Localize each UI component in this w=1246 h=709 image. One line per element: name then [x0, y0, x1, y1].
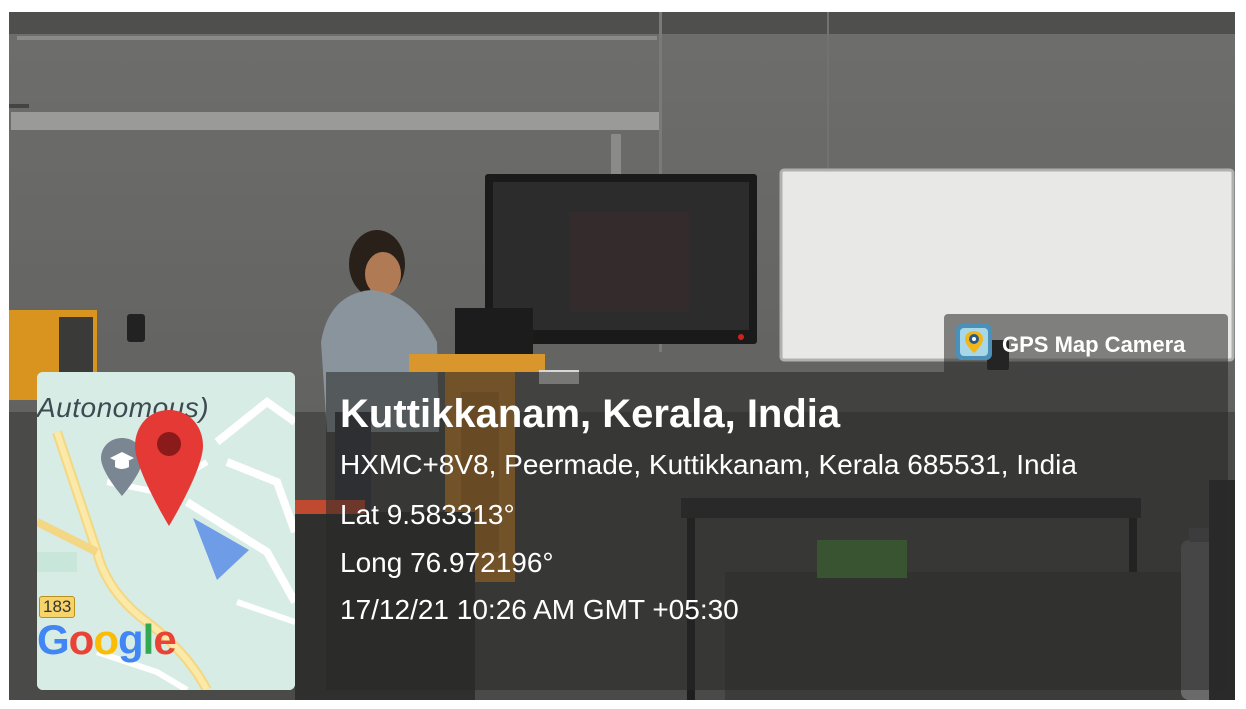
direction-arrow-icon	[193, 518, 249, 580]
geotagged-photo: GPS Map Camera Autonomous) 183 Google Ku…	[0, 0, 1246, 709]
road-number-label: 183	[39, 596, 76, 618]
google-logo-e: e	[153, 616, 176, 663]
google-logo: Google	[37, 616, 177, 664]
app-badge: GPS Map Camera	[944, 314, 1228, 372]
google-logo-l: l	[142, 616, 155, 663]
location-pin-icon	[135, 410, 203, 526]
google-logo-g: G	[37, 616, 70, 663]
place-name: Kuttikkanam, Kerala, India	[340, 392, 841, 436]
google-logo-o2: o	[93, 616, 119, 663]
app-name-label: GPS Map Camera	[1002, 332, 1186, 357]
google-logo-o1: o	[68, 616, 95, 663]
gps-map-camera-icon	[956, 324, 992, 360]
latitude-readout: Lat 9.583313°	[340, 499, 515, 530]
longitude-readout: Long 76.972196°	[340, 547, 554, 578]
mini-map: Autonomous) 183 Google	[37, 372, 295, 690]
full-address: HXMC+8V8, Peermade, Kuttikkanam, Kerala …	[340, 449, 1077, 480]
google-logo-g2: g	[117, 616, 144, 663]
timestamp: 17/12/21 10:26 AM GMT +05:30	[340, 594, 739, 625]
